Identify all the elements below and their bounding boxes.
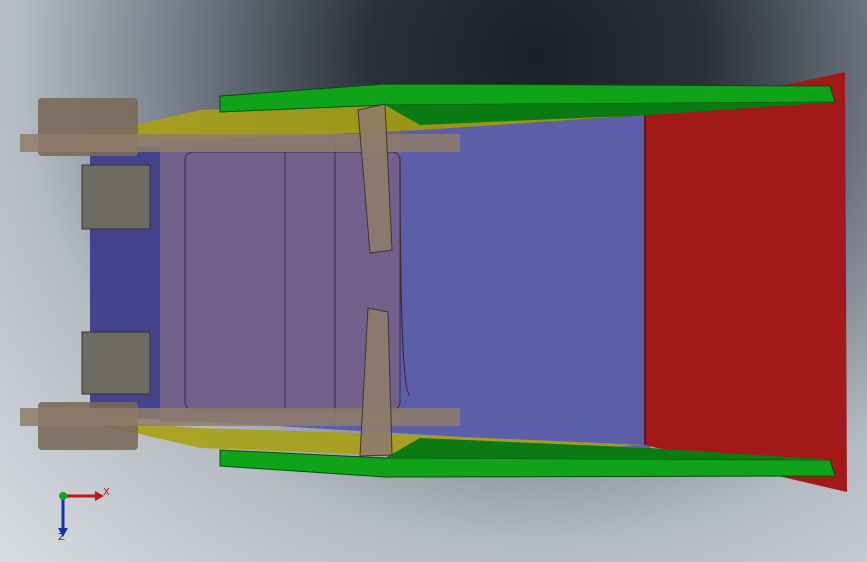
lower-mount-block[interactable] bbox=[81, 331, 151, 395]
upper-mount-block[interactable] bbox=[81, 164, 151, 230]
x-axis-label: X bbox=[103, 487, 110, 498]
bucket-model[interactable] bbox=[0, 0, 867, 562]
cutting-edge-plate[interactable] bbox=[645, 72, 847, 492]
upper-pin-bar[interactable] bbox=[20, 134, 460, 152]
cad-viewport[interactable]: X Z bbox=[0, 0, 867, 562]
y-axis-dot bbox=[59, 492, 67, 500]
lower-pin-bar[interactable] bbox=[20, 408, 460, 426]
z-axis-label: Z bbox=[58, 532, 65, 543]
